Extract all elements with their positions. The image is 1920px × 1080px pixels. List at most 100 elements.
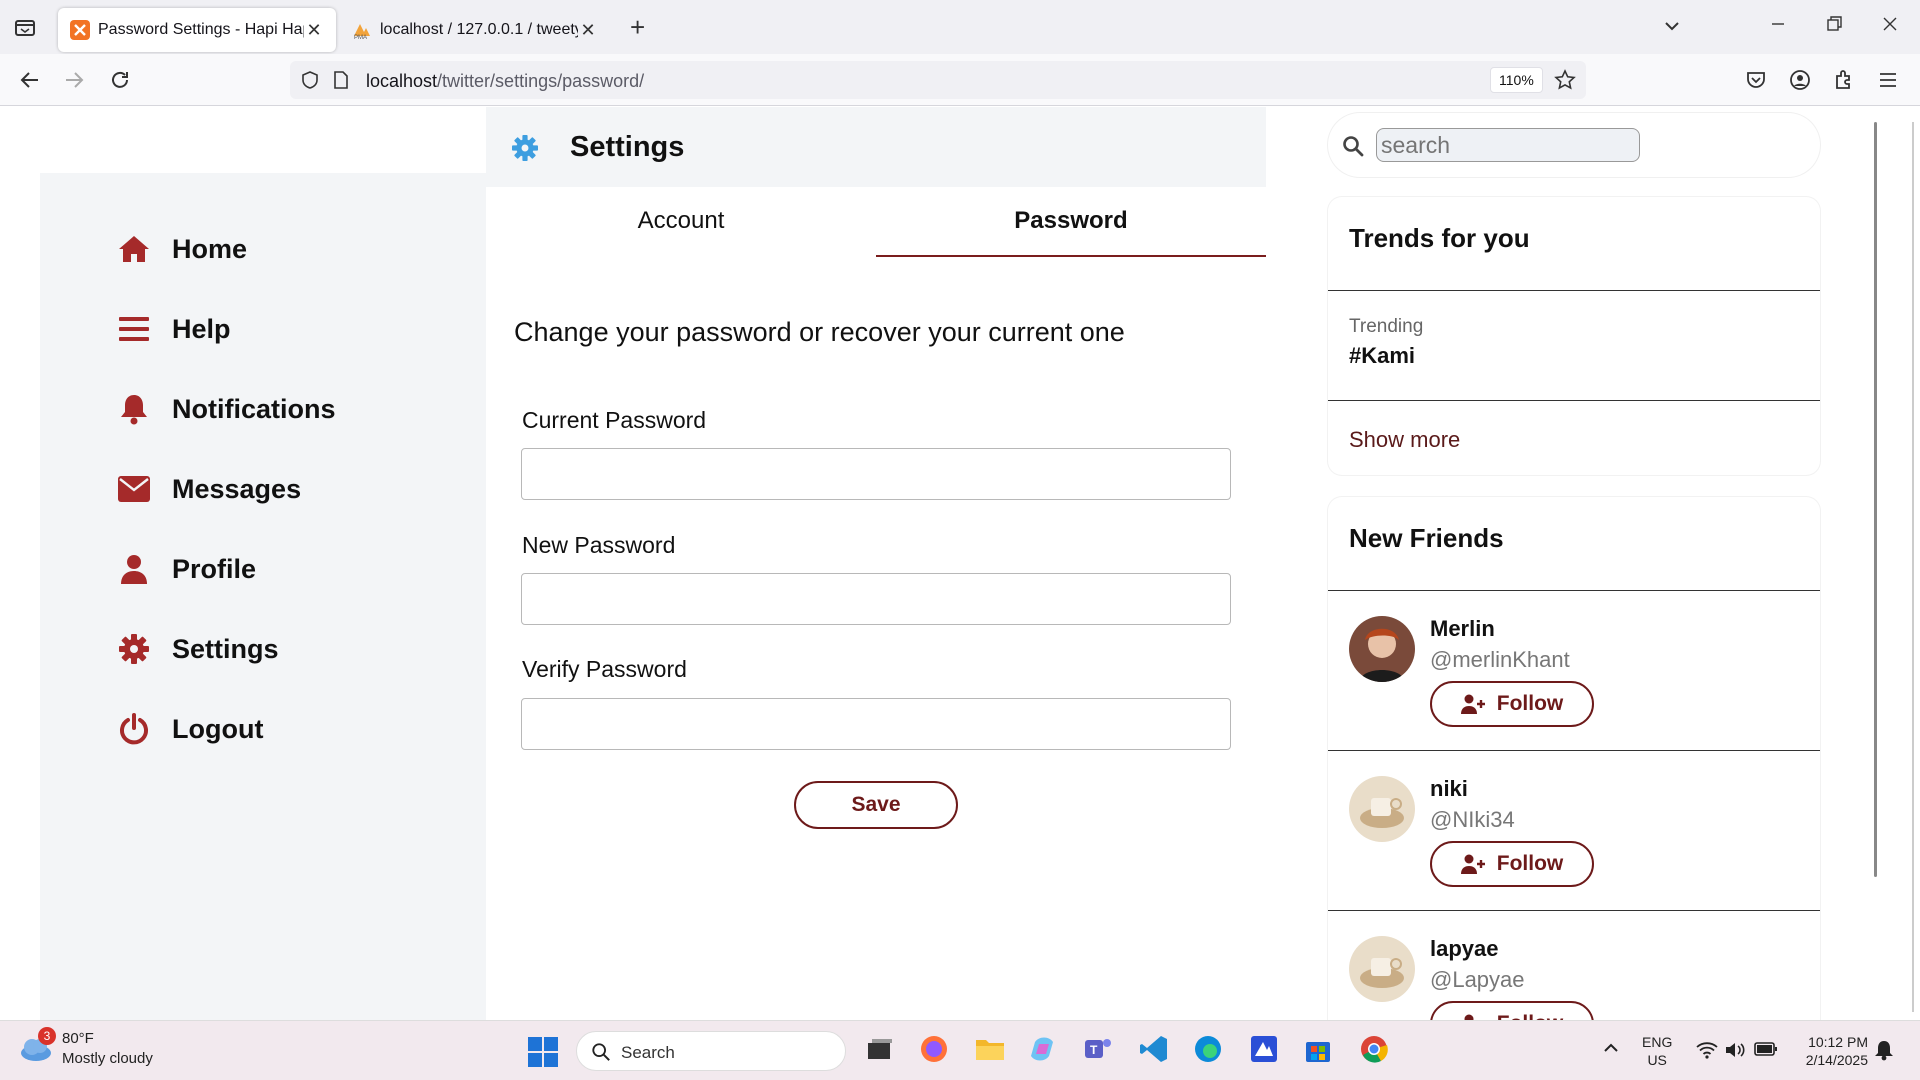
friend-name[interactable]: Merlin xyxy=(1430,616,1495,642)
account-icon[interactable] xyxy=(1788,68,1812,92)
trends-title: Trends for you xyxy=(1349,223,1530,253)
follow-button[interactable]: Follow xyxy=(1430,1001,1594,1020)
settings-panel: Settings Account Password Change your pa… xyxy=(486,107,1266,1020)
new-friends-title: New Friends xyxy=(1349,523,1504,553)
sidebar-item-label: Home xyxy=(172,233,248,264)
sidebar-item-label: Help xyxy=(172,313,231,344)
sidebar-item-messages[interactable]: Messages xyxy=(118,473,301,505)
trend-hashtag[interactable]: #Kami xyxy=(1349,343,1415,369)
taskbar-search[interactable]: Search xyxy=(576,1031,846,1071)
save-button[interactable]: Save xyxy=(794,781,958,829)
friend-item: niki @NIki34 Follow xyxy=(1328,751,1820,911)
chrome-icon[interactable] xyxy=(1358,1033,1390,1065)
current-password-label: Current Password xyxy=(522,407,707,433)
chevron-down-icon[interactable] xyxy=(1662,16,1682,41)
task-view-icon[interactable] xyxy=(864,1033,896,1065)
friend-name[interactable]: lapyae xyxy=(1430,936,1499,962)
home-icon xyxy=(118,233,150,265)
browser-nav-bar: localhost/twitter/settings/password/ 110… xyxy=(0,54,1920,106)
language-indicator[interactable]: ENG US xyxy=(1642,1033,1672,1069)
vscode-icon[interactable] xyxy=(1138,1033,1170,1065)
windows-start-icon[interactable] xyxy=(528,1037,558,1072)
follow-button[interactable]: Follow xyxy=(1430,681,1594,727)
copilot-icon[interactable] xyxy=(1028,1033,1060,1065)
divider xyxy=(1328,400,1820,401)
follow-button[interactable]: Follow xyxy=(1430,841,1594,887)
search-icon xyxy=(1342,135,1364,162)
url-text[interactable]: localhost/twitter/settings/password/ xyxy=(366,71,644,92)
new-tab-button[interactable]: + xyxy=(630,14,645,40)
sidebar-item-label: Logout xyxy=(172,713,264,744)
sidebar-item-profile[interactable]: Profile xyxy=(118,553,256,585)
scrollbar[interactable] xyxy=(1874,122,1877,877)
firefox-icon[interactable] xyxy=(918,1033,950,1065)
tab-list-icon[interactable] xyxy=(12,14,38,40)
avatar[interactable] xyxy=(1349,936,1415,1002)
tab-phpmyadmin[interactable]: PMA localhost / 127.0.0.1 / tweety / u ✕ xyxy=(340,8,610,52)
minimize-icon[interactable] xyxy=(1768,14,1788,39)
trends-card: Trends for you Trending #Kami Show more xyxy=(1328,197,1820,475)
tab-title: Password Settings - Hapi Hapi xyxy=(98,21,304,38)
reload-icon[interactable] xyxy=(108,68,132,92)
chevron-up-icon[interactable] xyxy=(1602,1041,1620,1059)
teams-icon[interactable]: T xyxy=(1082,1033,1114,1065)
sidebar-item-home[interactable]: Home xyxy=(118,233,247,265)
divider xyxy=(1328,290,1820,291)
weather-widget[interactable]: 3 80°F Mostly cloudy xyxy=(18,1027,153,1069)
settings-header: Settings xyxy=(486,107,1266,187)
friend-name[interactable]: niki xyxy=(1430,776,1468,802)
tab-password[interactable]: Password xyxy=(876,207,1266,235)
shield-icon[interactable] xyxy=(300,70,320,95)
sidebar-item-logout[interactable]: Logout xyxy=(118,713,263,745)
page-edge xyxy=(1880,107,1920,1020)
clock[interactable]: 10:12 PM 2/14/2025 xyxy=(1796,1033,1868,1069)
zoom-level-button[interactable]: 110% xyxy=(1490,67,1543,93)
avatar[interactable] xyxy=(1349,616,1415,682)
sidebar-item-settings[interactable]: Settings xyxy=(118,633,279,665)
sidebar-item-notifications[interactable]: Notifications xyxy=(118,393,336,425)
extensions-icon[interactable] xyxy=(1832,68,1856,92)
hamburger-menu-icon[interactable] xyxy=(1876,68,1900,92)
forward-arrow-icon[interactable] xyxy=(62,68,86,92)
page-icon[interactable] xyxy=(332,70,350,95)
sidebar-item-help[interactable]: Help xyxy=(118,313,231,345)
cloud-icon: 3 xyxy=(18,1027,56,1065)
avatar[interactable] xyxy=(1349,776,1415,842)
current-password-field[interactable] xyxy=(521,448,1231,500)
new-password-field[interactable] xyxy=(521,573,1231,625)
bookmark-star-icon[interactable] xyxy=(1554,69,1576,96)
taskbar-search-label: Search xyxy=(621,1043,675,1062)
search-input[interactable] xyxy=(1376,128,1640,162)
weather-temp: 80°F xyxy=(62,1030,94,1047)
page-content: Home Help Notifications Messages Profile xyxy=(0,107,1920,1020)
show-more-link[interactable]: Show more xyxy=(1349,427,1460,453)
close-window-icon[interactable] xyxy=(1880,14,1900,39)
close-tab-icon[interactable]: ✕ xyxy=(304,20,324,41)
back-arrow-icon[interactable] xyxy=(18,68,42,92)
tab-account[interactable]: Account xyxy=(486,207,876,235)
new-friends-card: New Friends Merlin @merlinKhant Follow n xyxy=(1328,497,1820,1020)
form-heading: Change your password or recover your cur… xyxy=(514,317,1125,347)
window-scrollbar[interactable] xyxy=(1912,122,1914,1012)
restore-icon[interactable] xyxy=(1824,14,1844,39)
photo-editor-icon[interactable] xyxy=(1248,1033,1280,1065)
battery-icon[interactable] xyxy=(1754,1041,1778,1061)
verify-password-field[interactable] xyxy=(521,698,1231,750)
store-icon[interactable] xyxy=(1302,1033,1334,1065)
url-path: /twitter/settings/password/ xyxy=(437,71,645,91)
power-icon xyxy=(118,713,150,745)
user-plus-icon xyxy=(1460,694,1485,714)
tab-password-settings[interactable]: Password Settings - Hapi Hapi ✕ xyxy=(58,8,336,52)
friend-handle: @Lapyae xyxy=(1430,967,1525,992)
url-bar[interactable]: localhost/twitter/settings/password/ 110… xyxy=(290,61,1586,99)
file-explorer-icon[interactable] xyxy=(974,1033,1006,1065)
pocket-icon[interactable] xyxy=(1744,68,1768,92)
wifi-icon[interactable] xyxy=(1696,1041,1718,1063)
follow-label: Follow xyxy=(1496,692,1564,715)
search-box xyxy=(1328,113,1820,177)
edge-icon[interactable] xyxy=(1192,1033,1224,1065)
close-tab-icon[interactable]: ✕ xyxy=(578,20,598,41)
volume-icon[interactable] xyxy=(1724,1041,1746,1063)
region-code: US xyxy=(1647,1052,1667,1068)
notification-bell-icon[interactable] xyxy=(1874,1039,1894,1065)
